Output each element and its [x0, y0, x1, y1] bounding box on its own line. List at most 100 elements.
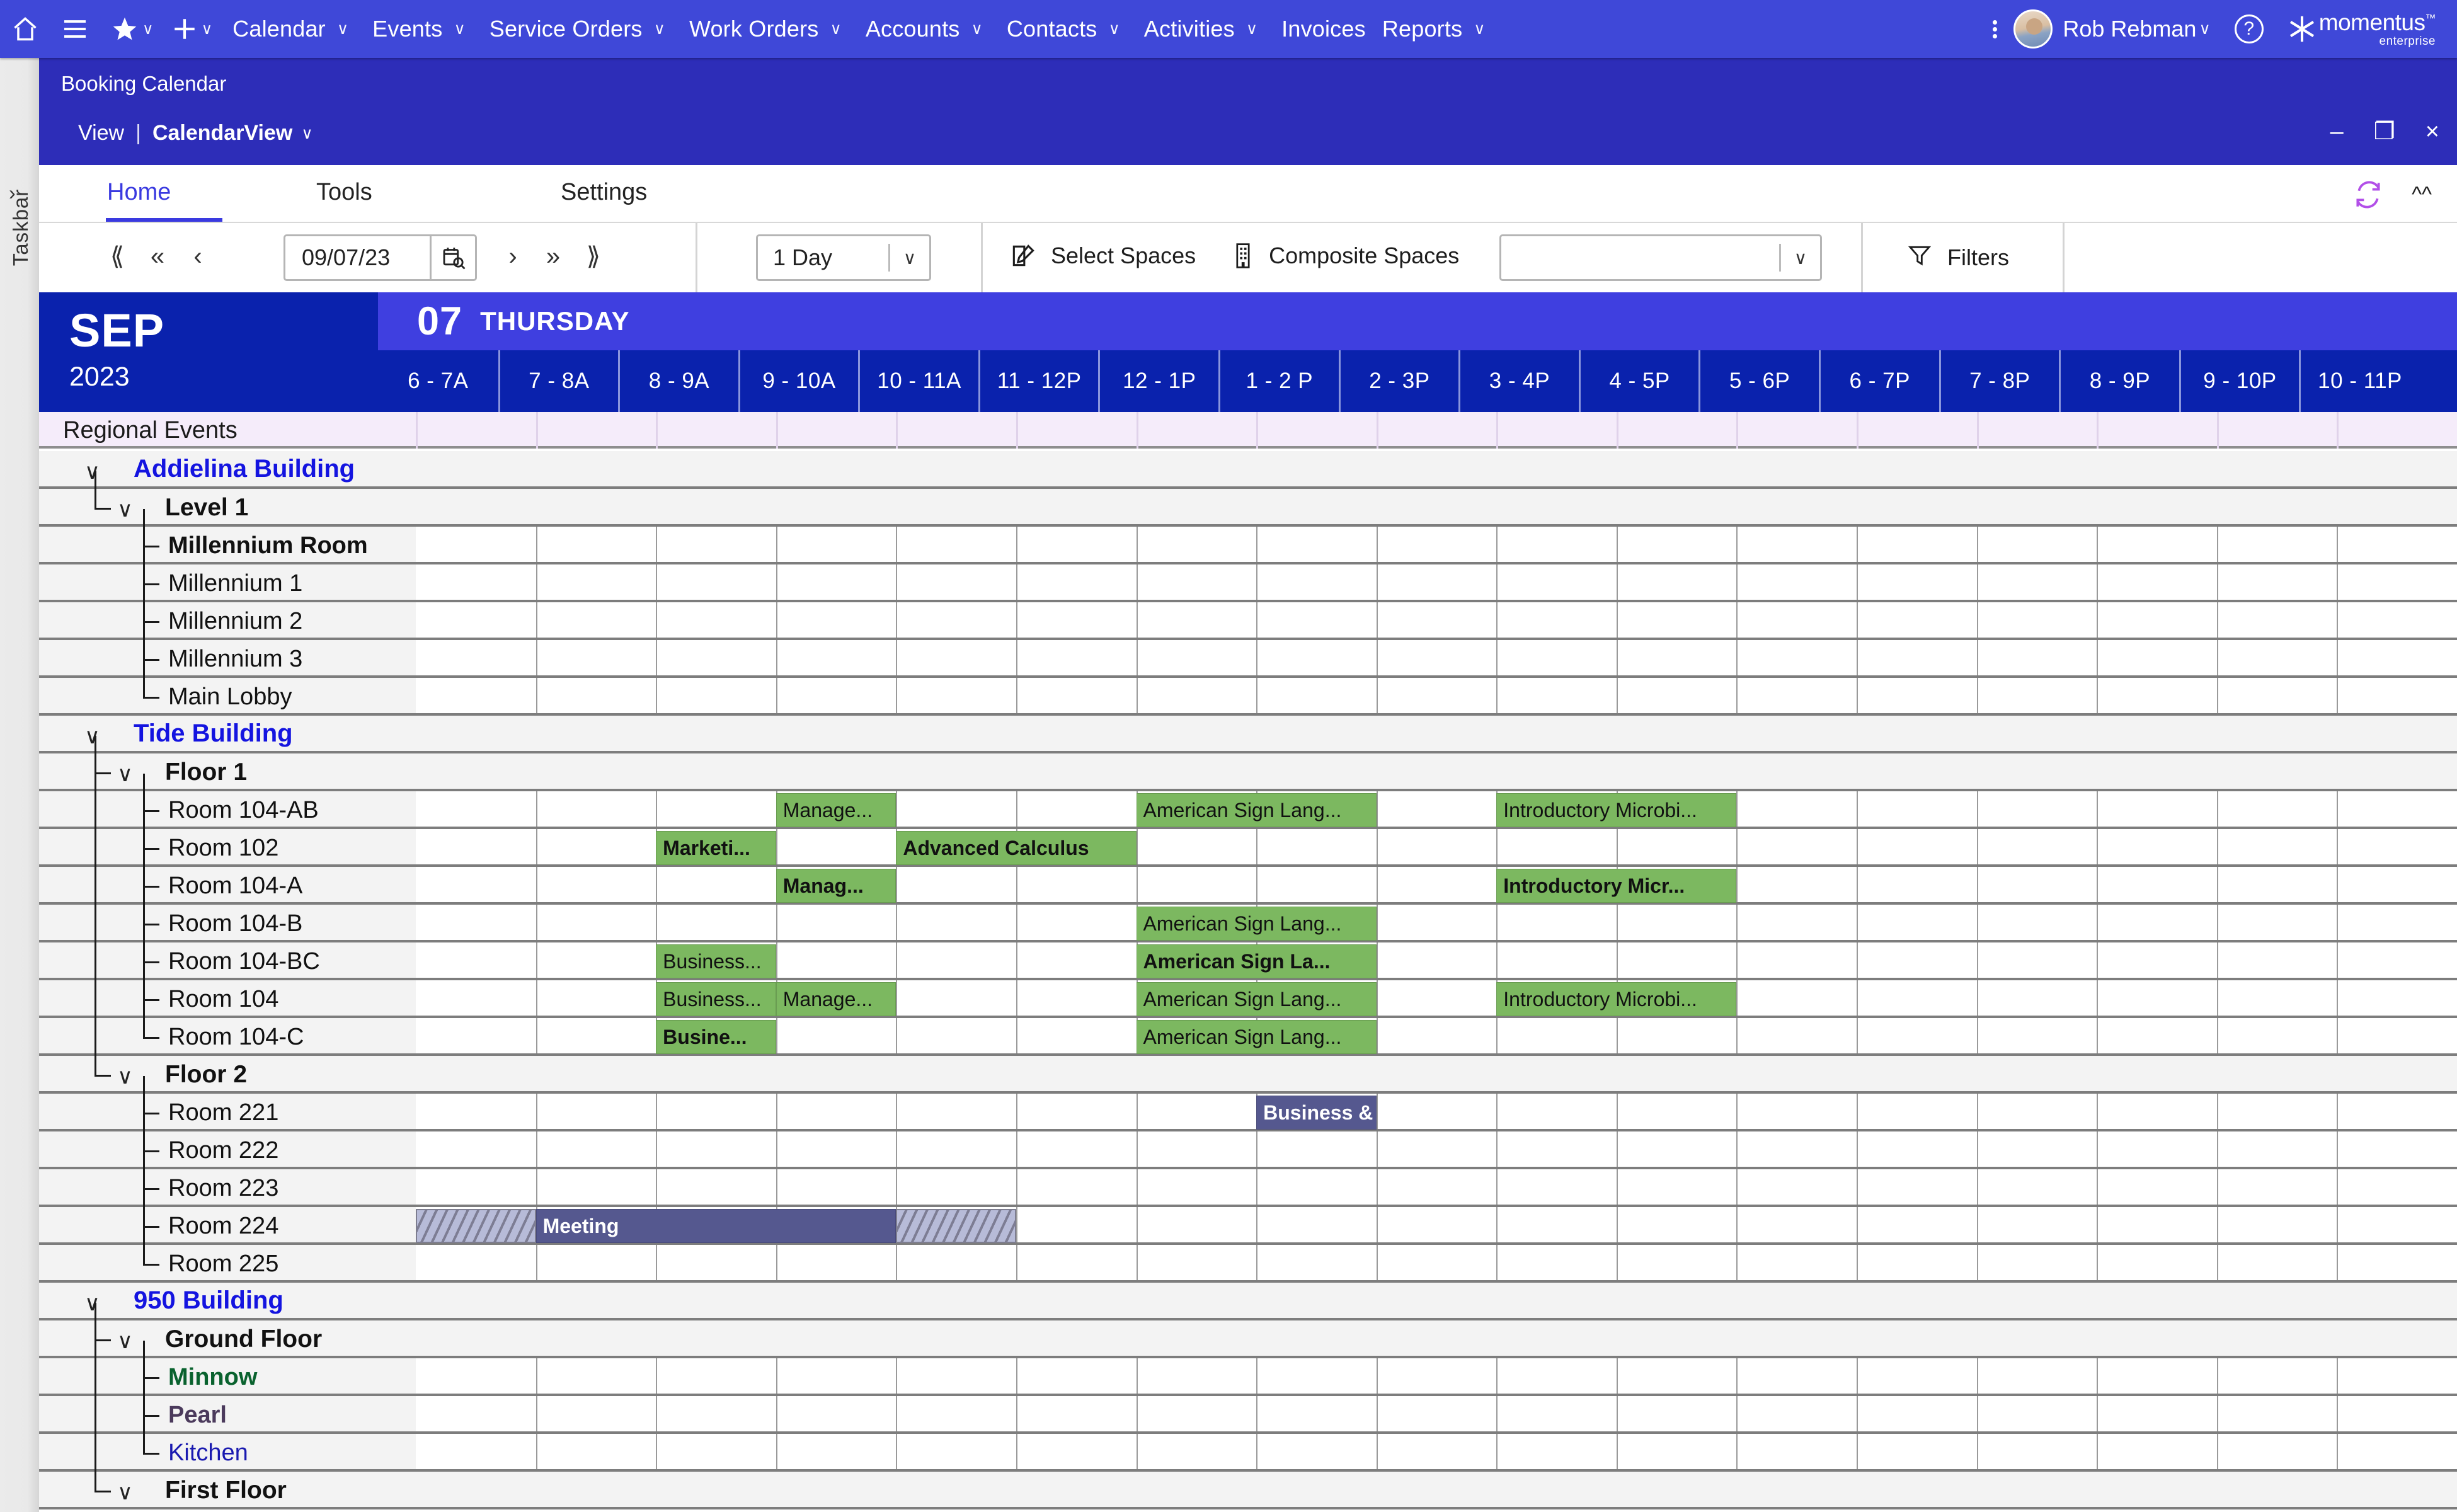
calendar-row-space[interactable]: Kitchen [39, 1434, 2457, 1472]
calendar-row-space[interactable]: Millennium Room [39, 527, 2457, 564]
chevron-down-icon[interactable]: ∨ [117, 764, 133, 785]
nav-menu-accounts[interactable]: Accounts ∨ [852, 0, 993, 58]
event-block[interactable]: American Sign Lang... [1137, 907, 1377, 941]
favorites-icon[interactable] [100, 15, 140, 43]
chevron-down-icon[interactable]: ∨ [890, 248, 929, 268]
event-block[interactable]: Manage... [776, 793, 896, 827]
user-menu-caret-icon[interactable]: ∨ [2196, 20, 2220, 38]
calendar-row-space[interactable]: Room 222 [39, 1131, 2457, 1169]
row-grid-cells[interactable] [416, 451, 2457, 489]
nav-menu-work-orders[interactable]: Work Orders ∨ [675, 0, 852, 58]
event-block[interactable]: Advanced Calculus [896, 831, 1136, 865]
calendar-row-space[interactable]: Room 221 [39, 1094, 2457, 1131]
chevron-down-icon[interactable]: ∨ [117, 499, 133, 520]
event-block[interactable]: Manag... [776, 869, 896, 903]
date-input[interactable]: 09/07/23 [284, 234, 477, 281]
regional-events-row[interactable]: Regional Events [39, 412, 2457, 449]
chevron-down-icon[interactable]: ∨ [828, 20, 852, 38]
row-label-cell[interactable]: Main Lobby [39, 678, 416, 716]
row-grid-cells[interactable] [416, 489, 2457, 527]
row-label-cell[interactable]: Room 222 [39, 1131, 416, 1169]
chevron-down-icon[interactable]: ∨ [1244, 20, 1268, 38]
event-block[interactable]: Introductory Micr... [1496, 869, 1736, 903]
nav-prev-button[interactable]: ‹ [178, 243, 218, 271]
event-block[interactable]: Introductory Microbi... [1496, 793, 1736, 827]
row-grid-cells[interactable] [416, 640, 2457, 678]
calendar-row-space[interactable]: Room 224 [39, 1207, 2457, 1245]
row-label-cell[interactable]: Room 224 [39, 1207, 416, 1245]
tab-tools[interactable]: Tools [316, 179, 372, 206]
row-grid-cells[interactable] [416, 1358, 2457, 1396]
calendar-row-space[interactable]: Minnow [39, 1358, 2457, 1396]
chevron-down-icon[interactable]: ∨ [84, 461, 100, 483]
event-block[interactable]: Business... [656, 982, 776, 1016]
row-grid-cells[interactable] [416, 716, 2457, 753]
restore-button[interactable]: ❐ [2374, 120, 2395, 144]
calendar-row-group[interactable]: Floor 2∨ [39, 1056, 2457, 1094]
chevron-down-icon[interactable]: ∨ [1471, 20, 1495, 38]
chevron-down-icon[interactable]: ∨ [301, 124, 312, 143]
home-icon[interactable] [0, 15, 50, 43]
row-grid-cells[interactable] [416, 905, 2457, 942]
row-grid-cells[interactable] [416, 1283, 2457, 1320]
chevron-down-icon[interactable]: ∨ [651, 20, 675, 38]
nav-menu-events[interactable]: Events ∨ [358, 0, 476, 58]
row-label-cell[interactable]: Room 225 [39, 1245, 416, 1283]
range-select[interactable]: 1 Day ∨ [756, 234, 931, 281]
row-grid-cells[interactable] [416, 1245, 2457, 1283]
event-block[interactable]: Business... [656, 944, 776, 978]
favorites-caret-icon[interactable]: ∨ [140, 20, 160, 38]
row-grid-cells[interactable] [416, 1094, 2457, 1131]
nav-menu-service-orders[interactable]: Service Orders ∨ [476, 0, 675, 58]
row-grid-cells[interactable] [416, 678, 2457, 716]
nav-next-button[interactable]: › [493, 243, 533, 271]
chevron-down-icon[interactable]: ∨ [451, 20, 475, 38]
event-block[interactable]: American Sign Lang... [1137, 793, 1377, 827]
calendar-row-group[interactable]: Addielina Building∨ [39, 451, 2457, 489]
row-label-cell[interactable]: Millennium Room [39, 527, 416, 564]
calendar-row-space[interactable]: Room 225 [39, 1245, 2457, 1283]
calendar-row-group[interactable]: Tide Building∨ [39, 716, 2457, 753]
help-icon[interactable]: ? [2235, 14, 2264, 43]
calendar-row-space[interactable]: Millennium 1 [39, 564, 2457, 602]
row-grid-cells[interactable] [416, 1320, 2457, 1358]
event-block[interactable]: American Sign Lang... [1137, 982, 1377, 1016]
minimize-button[interactable]: – [2330, 120, 2344, 144]
chevron-down-icon[interactable]: ∨ [117, 1331, 133, 1352]
nav-menu-activities[interactable]: Activities ∨ [1130, 0, 1268, 58]
event-block[interactable]: American Sign Lang... [1137, 1020, 1377, 1054]
avatar[interactable] [2013, 9, 2053, 49]
chevron-down-icon[interactable]: ∨ [117, 1482, 133, 1503]
calendar-row-space[interactable]: Room 102 [39, 829, 2457, 867]
nav-menu-reports[interactable]: Reports ∨ [1368, 0, 1496, 58]
row-grid-cells[interactable] [416, 1056, 2457, 1094]
menu-icon[interactable] [50, 18, 100, 40]
chevron-down-icon[interactable]: ∨ [84, 726, 100, 747]
row-grid-cells[interactable] [416, 753, 2457, 791]
chevron-down-icon[interactable]: ∨ [84, 1293, 100, 1314]
tab-settings[interactable]: Settings [561, 179, 647, 206]
row-label-cell[interactable]: Millennium 2 [39, 602, 416, 640]
event-block[interactable]: Manage... [776, 982, 896, 1016]
row-grid-cells[interactable] [416, 1169, 2457, 1207]
nav-prev-fast-button[interactable]: « [137, 243, 178, 271]
row-label-cell[interactable]: Millennium 3 [39, 640, 416, 678]
calendar-row-group[interactable]: First Floor∨ [39, 1472, 2457, 1509]
refresh-icon[interactable] [2352, 179, 2384, 210]
chevron-down-icon[interactable]: ∨ [1781, 248, 1820, 268]
nav-menu-contacts[interactable]: Contacts ∨ [993, 0, 1130, 58]
event-block[interactable]: Meeting [536, 1209, 896, 1243]
chevron-down-icon[interactable]: ∨ [969, 20, 993, 38]
composite-spaces-button[interactable]: Composite Spaces [1231, 242, 1459, 270]
calendar-row-group[interactable]: Ground Floor∨ [39, 1320, 2457, 1358]
calendar-row-space[interactable]: Millennium 2 [39, 602, 2457, 640]
nav-next-fast-button[interactable]: » [533, 243, 573, 271]
row-grid-cells[interactable] [416, 1434, 2457, 1472]
row-grid-cells[interactable] [416, 1472, 2457, 1509]
row-grid-cells[interactable] [416, 791, 2457, 829]
add-icon[interactable] [160, 16, 199, 42]
event-teardown-block[interactable] [896, 1209, 1016, 1243]
close-button[interactable]: × [2426, 120, 2439, 144]
filters-button[interactable]: Filters [1907, 242, 2009, 273]
calendar-row-group[interactable]: Floor 1∨ [39, 753, 2457, 791]
